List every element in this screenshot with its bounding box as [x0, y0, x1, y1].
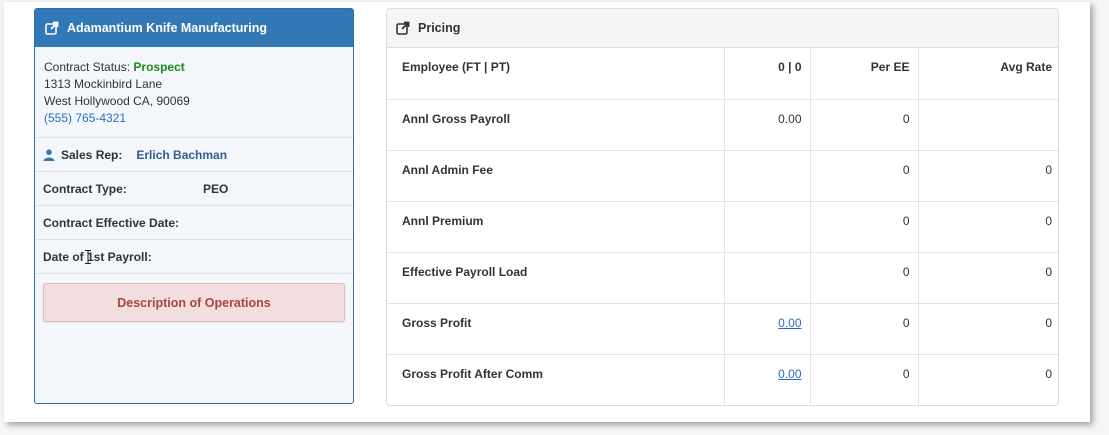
table-row: Gross Profit 0.00 0 0	[387, 303, 1058, 355]
sales-rep-label: Sales Rep:	[61, 147, 123, 162]
first-payroll-row: Date of 1st Payroll:	[35, 239, 353, 273]
company-name: Adamantium Knife Manufacturing	[67, 21, 268, 35]
gross-profit-after-comm-link[interactable]: 0.00	[778, 367, 801, 381]
cell-per-ee: 0	[809, 201, 918, 253]
cell-per-ee: 0	[809, 354, 918, 405]
pricing-panel-header: Pricing	[387, 9, 1058, 48]
description-wrap: Description of Operations	[35, 273, 353, 331]
external-link-icon[interactable]	[396, 21, 410, 35]
address-line-2: West Hollywood CA, 90069	[44, 94, 190, 108]
contract-type-value: PEO	[203, 181, 229, 196]
external-link-icon[interactable]	[45, 21, 59, 35]
row-label: Gross Profit After Comm	[402, 366, 543, 381]
contract-status-value: Prospect	[133, 60, 185, 74]
contract-status-label: Contract Status:	[44, 60, 131, 74]
company-panel-header: Adamantium Knife Manufacturing	[35, 9, 353, 47]
table-row: Effective Payroll Load 0 0	[387, 252, 1058, 304]
pricing-header-row: Employee (FT | PT) 0 | 0 Per EE Avg Rate	[387, 48, 1058, 100]
cell-value: 0.00	[723, 99, 810, 151]
header-avg-rate: Avg Rate	[917, 48, 1058, 100]
cell-avg-rate	[917, 99, 1058, 151]
description-of-operations-button[interactable]: Description of Operations	[43, 283, 345, 322]
cell-value	[723, 150, 810, 202]
pricing-panel: Pricing Employee (FT | PT) 0 | 0 Per EE …	[386, 8, 1059, 406]
row-label: Annl Admin Fee	[387, 150, 724, 202]
table-row: Gross Profit After Comm 0.00 0 0	[387, 354, 1058, 405]
row-label: Effective Payroll Load	[387, 252, 724, 304]
address-line-1: 1313 Mockinbird Lane	[44, 77, 163, 91]
effective-date-label: Contract Effective Date:	[43, 215, 180, 230]
table-row: Annl Gross Payroll 0.00 0	[387, 99, 1058, 151]
header-counts: 0 | 0	[723, 48, 810, 100]
row-label: Annl Premium	[387, 201, 724, 253]
gross-profit-link[interactable]: 0.00	[778, 316, 801, 330]
pricing-table: Employee (FT | PT) 0 | 0 Per EE Avg Rate…	[387, 48, 1058, 405]
cell-value	[723, 252, 810, 304]
header-per-ee: Per EE	[809, 48, 918, 100]
cell-per-ee: 0	[809, 303, 918, 355]
contact-block: Contract Status: Prospect 1313 Mockinbir…	[35, 47, 353, 137]
header-employee: Employee (FT | PT)	[387, 48, 724, 100]
contract-type-row: Contract Type: PEO	[35, 171, 353, 205]
cell-avg-rate: 0	[917, 303, 1058, 355]
first-payroll-label: Date of 1st Payroll:	[43, 249, 152, 264]
sales-rep-row: Sales Rep: Erlich Bachman	[35, 137, 353, 171]
company-panel: Adamantium Knife Manufacturing Contract …	[34, 8, 354, 404]
row-label: Annl Gross Payroll	[387, 99, 724, 151]
sales-rep-value[interactable]: Erlich Bachman	[136, 148, 227, 162]
cell-value: 0.00	[723, 303, 810, 355]
cell-avg-rate: 0	[917, 354, 1058, 405]
user-icon	[43, 148, 55, 161]
cell-avg-rate: 0	[917, 252, 1058, 304]
pricing-title: Pricing	[418, 21, 461, 35]
contract-type-label: Contract Type:	[43, 181, 127, 196]
row-label: Gross Profit	[387, 303, 724, 355]
table-row: Annl Premium 0 0	[387, 201, 1058, 253]
phone-link[interactable]: (555) 765-4321	[44, 110, 344, 127]
contract-status: Contract Status: Prospect	[44, 59, 344, 76]
cell-value	[723, 201, 810, 253]
cell-avg-rate: 0	[917, 150, 1058, 202]
effective-date-row: Contract Effective Date:	[35, 205, 353, 239]
text-cursor-icon	[85, 250, 91, 264]
cell-value: 0.00	[723, 354, 810, 405]
cell-per-ee: 0	[809, 252, 918, 304]
cell-per-ee: 0	[809, 99, 918, 151]
cell-per-ee: 0	[809, 150, 918, 202]
table-row: Annl Admin Fee 0 0	[387, 150, 1058, 202]
cell-avg-rate: 0	[917, 201, 1058, 253]
